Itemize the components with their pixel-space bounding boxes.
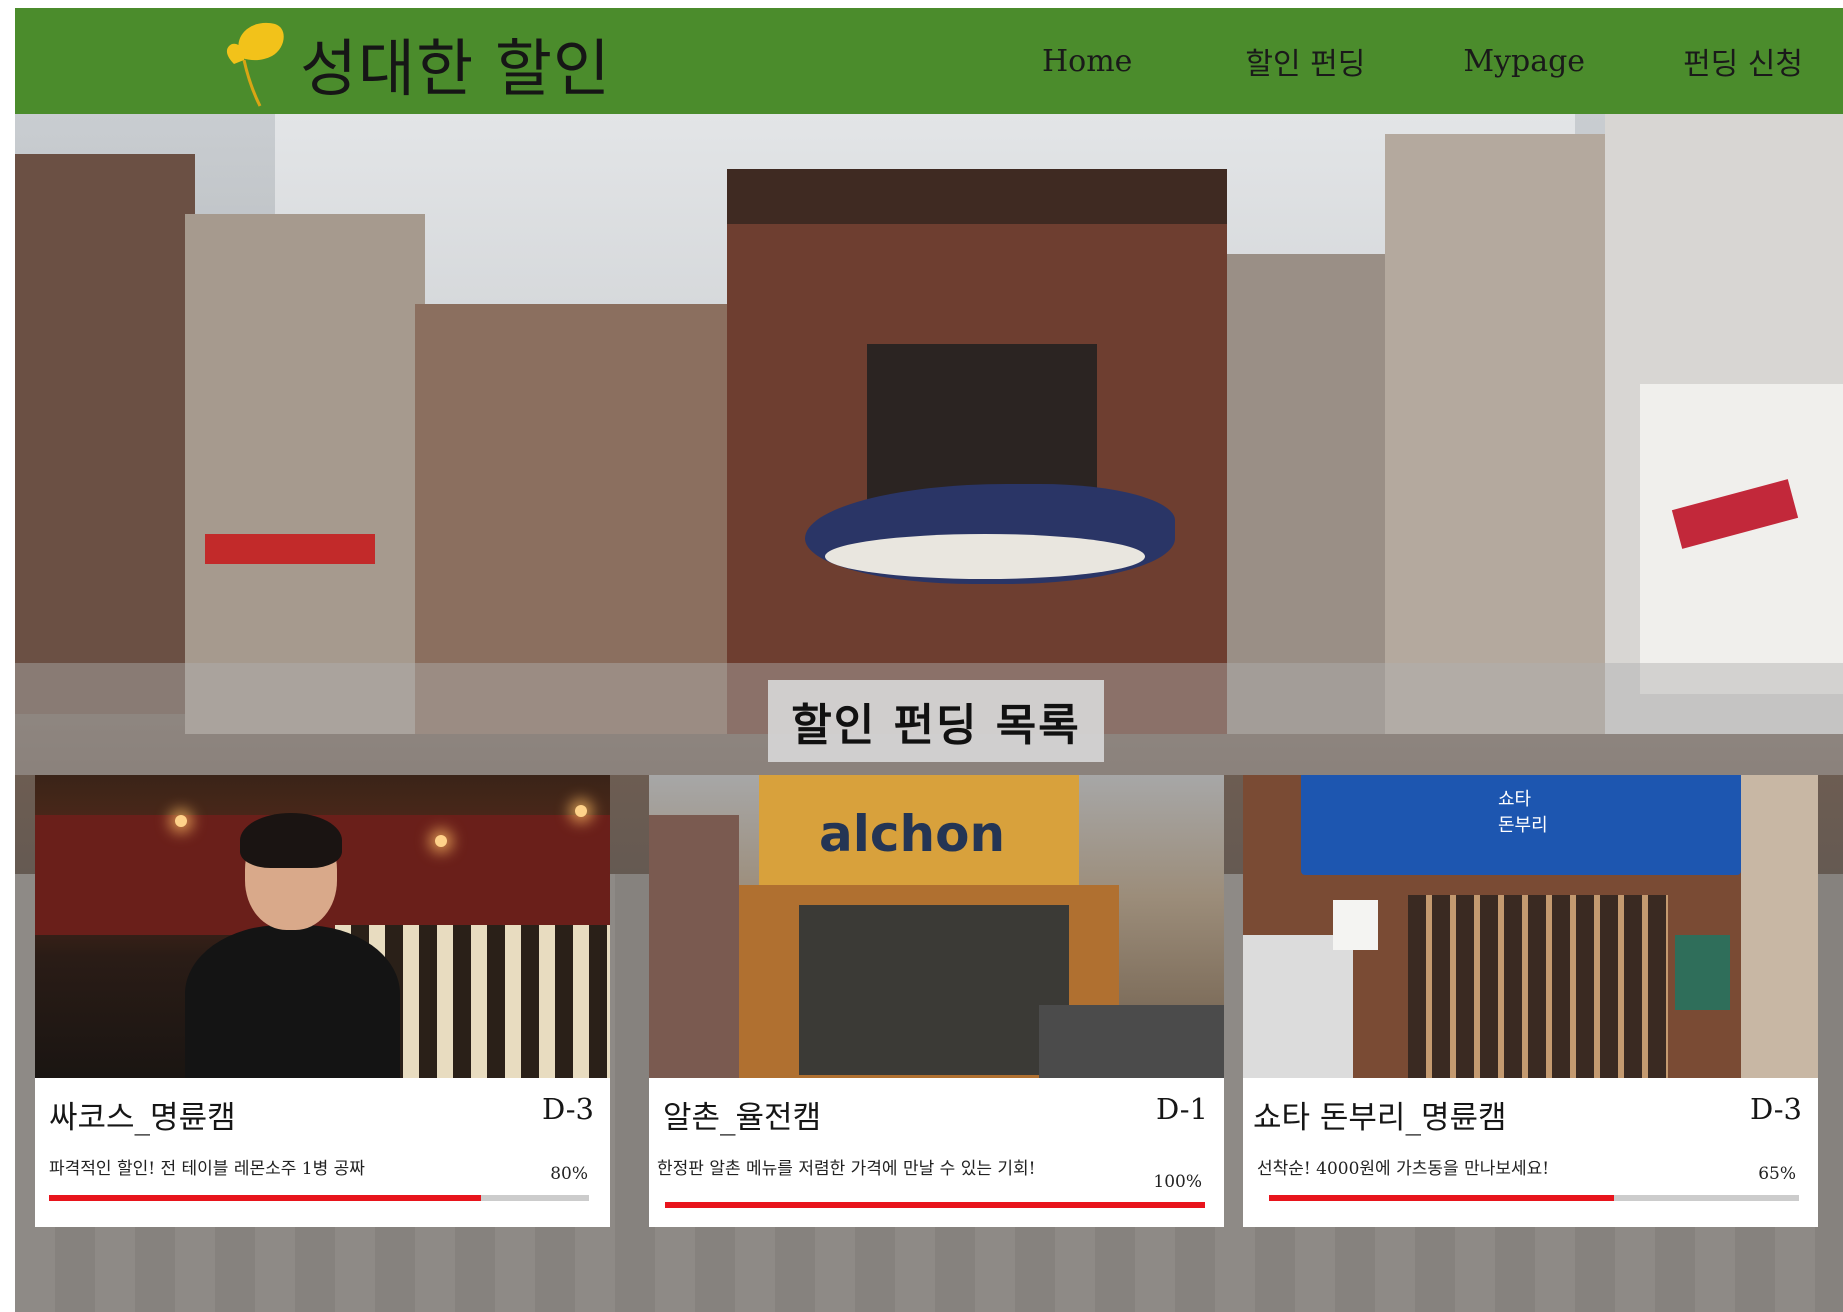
nav-mypage[interactable]: Mypage [1445, 44, 1665, 79]
card-image[interactable]: 쇼타 돈부리 [1243, 775, 1818, 1078]
card-body: 알촌_율전캠 D-1 한정판 알촌 메뉴를 저렴한 가격에 만날 수 있는 기회… [649, 1078, 1224, 1227]
card-percent: 100% [1153, 1172, 1202, 1192]
card-body: 싸코스_명륜캠 D-3 파격적인 할인! 전 테이블 레몬소주 1병 공짜 80… [35, 1078, 610, 1227]
card-description: 선착순! 4000원에 가츠동을 만나보세요! [1257, 1159, 1550, 1179]
nav-funding-apply[interactable]: 펀딩 신청 [1665, 39, 1843, 83]
main-nav: Home 할인 펀딩 Mypage 펀딩 신청 [1024, 8, 1843, 114]
card-store-name[interactable]: 쇼타 돈부리_명륜캠 [1253, 1092, 1507, 1137]
card-body: 쇼타 돈부리_명륜캠 D-3 선착순! 4000원에 가츠동을 만나보세요! 6… [1243, 1078, 1818, 1227]
section-title-box: 할인 펀딩 목록 [768, 680, 1104, 762]
card-percent: 65% [1758, 1164, 1796, 1184]
funding-card[interactable]: 싸코스_명륜캠 D-3 파격적인 할인! 전 테이블 레몬소주 1병 공짜 80… [35, 775, 610, 1227]
card-description: 파격적인 할인! 전 테이블 레몬소주 1병 공짜 [49, 1159, 365, 1179]
card-dday: D-1 [1155, 1092, 1208, 1126]
ginkgo-leaf-icon [226, 22, 284, 107]
progress-bar [49, 1195, 589, 1201]
card-store-name[interactable]: 싸코스_명륜캠 [49, 1092, 236, 1137]
nav-discount-funding[interactable]: 할인 펀딩 [1227, 39, 1445, 83]
progress-bar [665, 1202, 1205, 1208]
card-dday: D-3 [1749, 1092, 1802, 1126]
card-percent: 80% [550, 1164, 588, 1184]
card-image[interactable]: alchon [649, 775, 1224, 1078]
card-description: 한정판 알촌 메뉴를 저렴한 가격에 만날 수 있는 기회! [657, 1159, 1036, 1179]
progress-fill [665, 1202, 1205, 1208]
card-image[interactable] [35, 775, 610, 1078]
logo-text: 성대한 할인 [300, 32, 611, 105]
site-header: 성대한 할인 Home 할인 펀딩 Mypage 펀딩 신청 [15, 8, 1843, 114]
progress-fill [49, 1195, 481, 1201]
section-title: 할인 펀딩 목록 [791, 700, 1081, 751]
card-store-name[interactable]: 알촌_율전캠 [663, 1092, 821, 1137]
card-dday: D-3 [541, 1092, 594, 1126]
funding-card[interactable]: alchon 알촌_율전캠 D-1 한정판 알촌 메뉴를 저렴한 가격에 만날 … [649, 775, 1224, 1227]
progress-fill [1269, 1195, 1614, 1201]
nav-home[interactable]: Home [1024, 44, 1227, 79]
logo[interactable]: 성대한 할인 [220, 18, 611, 108]
progress-bar [1269, 1195, 1799, 1201]
funding-card[interactable]: 쇼타 돈부리 쇼타 돈부리_명륜캠 D-3 선착순! 4000원에 가츠동을 만나… [1243, 775, 1818, 1227]
page: 성대한 할인 Home 할인 펀딩 Mypage 펀딩 신청 할인 펀딩 목록 [15, 8, 1843, 1312]
